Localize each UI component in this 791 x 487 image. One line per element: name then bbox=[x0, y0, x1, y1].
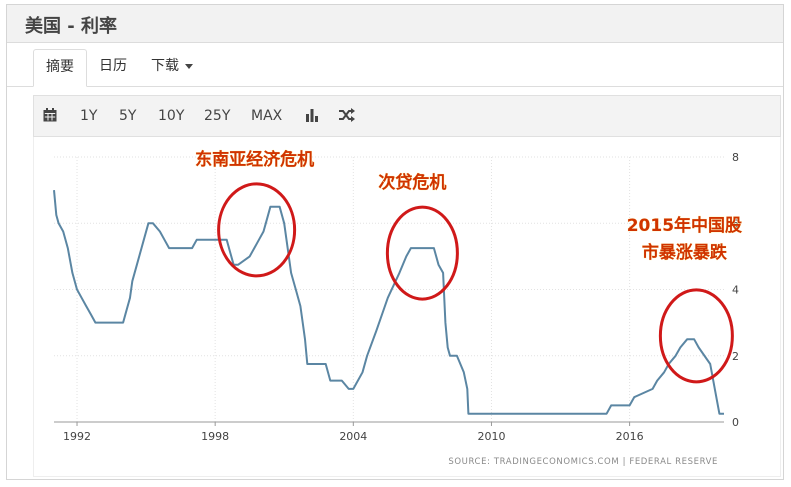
chart-area: 0 2 4 6 8 1992 1998 2004 2010 2016 东南亚经济危机 次贷危机 201… bbox=[33, 137, 781, 477]
y-tick-label: 4 bbox=[732, 284, 739, 297]
annotation-ellipse bbox=[217, 182, 297, 278]
caret-down-icon bbox=[185, 63, 193, 69]
annotation-label: 2015年中国股 bbox=[627, 215, 742, 236]
interest-rate-chart: 024681992 1998 2004 2010 2016 东南亚经济危机次贷危机201… bbox=[53, 149, 742, 467]
tab-summary-label: 摘要 bbox=[46, 59, 74, 75]
x-tick-label: 2010 bbox=[477, 430, 505, 443]
title-bar: 美国 - 利率 bbox=[7, 5, 783, 43]
annotation-layer: 东南亚经济危机次贷危机 2015年中国股市暴涨暴跌 bbox=[195, 149, 742, 384]
range-5y-button[interactable]: 5Y bbox=[119, 96, 136, 136]
shuffle-icon bbox=[339, 108, 355, 122]
annotation-label: 市暴涨暴跌 bbox=[642, 242, 728, 263]
compare-button[interactable] bbox=[339, 96, 355, 136]
tab-download[interactable]: 下载 bbox=[139, 49, 205, 87]
annotation-label: 次贷危机 bbox=[378, 172, 446, 193]
y-tick-label: 0 bbox=[732, 416, 739, 429]
line-layer bbox=[53, 190, 724, 415]
page-title: 美国 - 利率 bbox=[25, 16, 118, 37]
y-tick-label: 2 bbox=[732, 350, 739, 363]
grid-layer bbox=[54, 156, 724, 423]
tab-bar: 摘要 日历 下载 bbox=[7, 43, 783, 87]
calendar-button[interactable] bbox=[43, 96, 57, 136]
chart-source: SOURCE: TRADINGECONOMICS.COM | FEDERAL R… bbox=[448, 457, 718, 467]
bar-chart-icon bbox=[306, 109, 318, 122]
range-25y-button[interactable]: 25Y bbox=[204, 96, 230, 136]
range-max-button[interactable]: MAX bbox=[251, 96, 282, 136]
rate-series-line bbox=[53, 190, 724, 415]
range-10y-button[interactable]: 10Y bbox=[158, 96, 184, 136]
tab-calendar[interactable]: 日历 bbox=[87, 49, 139, 87]
tab-summary[interactable]: 摘要 bbox=[33, 49, 87, 87]
x-tick-label: 2016 bbox=[616, 430, 644, 443]
tab-download-label: 下载 bbox=[151, 58, 179, 74]
axis-layer: 024681992 1998 2004 2010 2016 bbox=[54, 151, 739, 443]
tab-calendar-label: 日历 bbox=[99, 58, 127, 74]
chart-type-button[interactable] bbox=[305, 96, 319, 136]
x-tick-label: 1992 bbox=[63, 430, 91, 443]
chart-toolbar: 1Y 5Y 10Y 25Y MAX bbox=[33, 95, 781, 137]
y-tick-label: 8 bbox=[732, 151, 739, 164]
widget-frame: 美国 - 利率 摘要 日历 下载 1Y 5Y 10Y 25Y MAX 0 2 4… bbox=[6, 4, 784, 480]
annotation-ellipse bbox=[658, 288, 734, 384]
range-1y-button[interactable]: 1Y bbox=[80, 96, 97, 136]
x-tick-label: 1998 bbox=[201, 430, 229, 443]
x-tick-label: 2004 bbox=[339, 430, 367, 443]
calendar-icon bbox=[43, 108, 57, 122]
annotation-label: 东南亚经济危机 bbox=[195, 149, 314, 170]
annotation-ellipse bbox=[385, 205, 459, 301]
